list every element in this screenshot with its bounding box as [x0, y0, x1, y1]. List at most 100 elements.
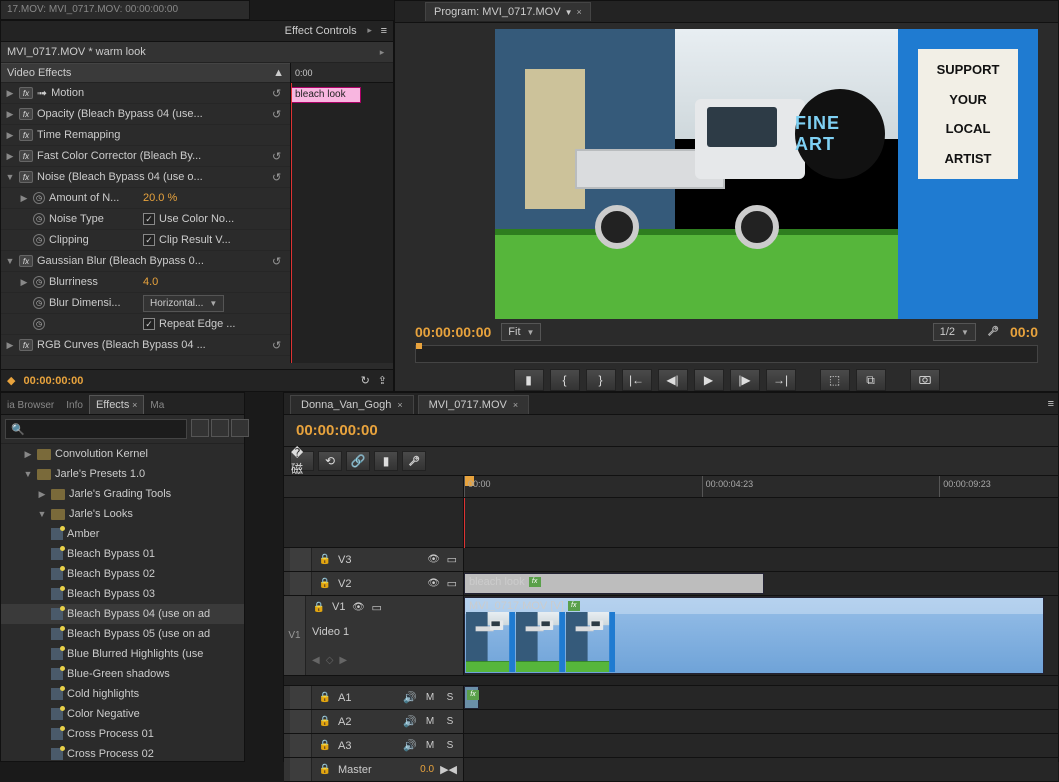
snap-button[interactable]: �磁: [290, 451, 314, 471]
twirl-icon[interactable]: ▼: [5, 256, 15, 266]
master-volume[interactable]: 0.0: [420, 764, 434, 775]
audio-clip[interactable]: fx: [464, 686, 479, 709]
next-edit-button[interactable]: →|: [766, 369, 796, 391]
lock-icon[interactable]: 🔒: [312, 600, 326, 614]
source-patch[interactable]: [290, 758, 312, 781]
footer-timecode[interactable]: 00:00:00:00: [23, 375, 83, 387]
effect-row[interactable]: ▼fxGaussian Blur (Bleach Bypass 0...↺: [1, 251, 290, 272]
timeline-timecode[interactable]: 00:00:00:00: [284, 422, 390, 439]
marker-button[interactable]: ▮: [374, 451, 398, 471]
tree-preset[interactable]: Bleach Bypass 01: [1, 544, 244, 564]
effect-param-row[interactable]: ◷Blur Dimensi...Horizontal... ▼: [1, 293, 290, 314]
fx-toggle-icon[interactable]: fx: [19, 339, 33, 351]
source-patch[interactable]: V1: [284, 596, 306, 675]
close-icon[interactable]: ×: [132, 400, 137, 410]
track-lane-a1[interactable]: fx: [464, 686, 1058, 709]
track-lane-v1[interactable]: MVI_0717.MOV [V]fx: [464, 596, 1058, 675]
twirl-icon[interactable]: ▶: [37, 489, 47, 500]
checkbox[interactable]: ✓: [143, 234, 155, 246]
tab-caret-icon[interactable]: ▼: [565, 8, 573, 17]
effect-timeline-ruler[interactable]: 0:00: [291, 63, 393, 83]
panel-menu-icon[interactable]: ≡: [381, 25, 387, 37]
stopwatch-icon[interactable]: ◷: [33, 213, 45, 225]
track-header-a1[interactable]: 🔒 A1 🔊 M S: [284, 686, 464, 709]
effect-timeline[interactable]: 0:00 bleach look: [291, 63, 393, 363]
source-patch[interactable]: [290, 572, 312, 595]
keyframe-diamond-icon[interactable]: ◆: [7, 374, 15, 387]
linked-selection-button[interactable]: ⟲: [318, 451, 342, 471]
track-header-v3[interactable]: 🔒 V3 👁 ▭: [284, 548, 464, 571]
sync-lock-icon[interactable]: ▭: [447, 553, 457, 566]
effect-row[interactable]: ▶fxFast Color Corrector (Bleach By...↺: [1, 146, 290, 167]
extract-button[interactable]: ⧉: [856, 369, 886, 391]
tree-folder[interactable]: ▶Convolution Kernel: [1, 444, 244, 464]
stopwatch-icon[interactable]: ◷: [33, 192, 45, 204]
fx-toggle-icon[interactable]: fx: [19, 171, 33, 183]
reset-icon[interactable]: ↺: [272, 108, 286, 121]
lock-icon[interactable]: 🔒: [318, 691, 332, 705]
effect-param-row[interactable]: ◷✓Repeat Edge ...: [1, 314, 290, 335]
track-header-v1[interactable]: V1 🔒 V1 👁 ▭ Video 1 ◀ ◇ ▶: [284, 596, 464, 675]
reset-icon[interactable]: ↺: [272, 150, 286, 163]
tab-markers[interactable]: Ma: [144, 397, 170, 414]
meter-icon[interactable]: ▶◀: [440, 763, 457, 776]
tree-preset[interactable]: Bleach Bypass 05 (use on ad: [1, 624, 244, 644]
program-timecode[interactable]: 00:00:00:00: [415, 324, 491, 340]
solo-button[interactable]: S: [443, 739, 457, 753]
reset-icon[interactable]: ↺: [272, 171, 286, 184]
lock-icon[interactable]: 🔒: [318, 577, 332, 591]
fx-toggle-icon[interactable]: fx: [19, 129, 33, 141]
settings-icon[interactable]: [986, 324, 1000, 341]
program-playhead-icon[interactable]: [416, 343, 422, 349]
checkbox[interactable]: ✓: [143, 318, 155, 330]
lock-icon[interactable]: 🔒: [318, 739, 332, 753]
fx-toggle-icon[interactable]: fx: [19, 108, 33, 120]
resolution-dropdown[interactable]: 1/2▼: [933, 323, 976, 341]
tree-folder[interactable]: ▼Jarle's Looks: [1, 504, 244, 524]
video-effects-header[interactable]: Video Effects ▲: [1, 63, 290, 83]
close-icon[interactable]: ×: [576, 7, 581, 17]
tree-preset[interactable]: Color Negative: [1, 704, 244, 724]
play-button[interactable]: ▶: [694, 369, 724, 391]
twirl-icon[interactable]: ▶: [19, 193, 29, 204]
fx-toggle-icon[interactable]: fx: [19, 150, 33, 162]
tree-folder[interactable]: ▶Jarle's Grading Tools: [1, 484, 244, 504]
export-icon[interactable]: ⇪: [378, 374, 387, 387]
source-patch[interactable]: [290, 734, 312, 757]
prev-edit-button[interactable]: |←: [622, 369, 652, 391]
effect-param-row[interactable]: ▶◷Blurriness4.0: [1, 272, 290, 293]
param-dropdown[interactable]: Horizontal... ▼: [143, 295, 224, 312]
track-lane-v2[interactable]: bleach lookfx: [464, 572, 1058, 595]
twirl-icon[interactable]: ▼: [5, 172, 15, 182]
add-keyframe-icon[interactable]: ◇: [326, 655, 334, 666]
twirl-icon[interactable]: ▶: [5, 151, 15, 162]
lift-button[interactable]: ⬚: [820, 369, 850, 391]
twirl-icon[interactable]: ▶: [19, 277, 29, 288]
effect-row[interactable]: ▼fxNoise (Bleach Bypass 04 (use o...↺: [1, 167, 290, 188]
program-tab[interactable]: Program: MVI_0717.MOV ▼ ×: [425, 2, 591, 21]
twirl-icon[interactable]: ▼: [37, 509, 47, 519]
effect-param-row[interactable]: ▶◷Amount of N...20.0 %: [1, 188, 290, 209]
param-value[interactable]: 4.0: [143, 276, 158, 288]
stopwatch-icon[interactable]: ◷: [33, 297, 45, 309]
track-lane-a2[interactable]: [464, 710, 1058, 733]
solo-button[interactable]: S: [443, 715, 457, 729]
link-button[interactable]: 🔗: [346, 451, 370, 471]
stopwatch-icon[interactable]: ◷: [33, 234, 45, 246]
mark-in-button[interactable]: ▮: [514, 369, 544, 391]
eye-icon[interactable]: 👁: [427, 577, 441, 591]
source-patch[interactable]: [290, 548, 312, 571]
track-header-master[interactable]: 🔒 Master 0.0 ▶◀: [284, 758, 464, 781]
checkbox[interactable]: ✓: [143, 213, 155, 225]
source-patch[interactable]: [290, 710, 312, 733]
program-ruler[interactable]: [415, 345, 1038, 363]
tree-preset[interactable]: Bleach Bypass 02: [1, 564, 244, 584]
panel-menu-icon[interactable]: ≡: [1044, 394, 1058, 414]
fx-toggle-icon[interactable]: fx: [19, 87, 33, 99]
close-icon[interactable]: ×: [513, 400, 518, 410]
timeline-playhead-line[interactable]: [464, 498, 465, 548]
step-back-button[interactable]: ◀|: [658, 369, 688, 391]
adjustment-layer-clip[interactable]: bleach lookfx: [464, 573, 764, 594]
lock-icon[interactable]: 🔒: [318, 553, 332, 567]
sync-lock-icon[interactable]: ▭: [447, 577, 457, 590]
